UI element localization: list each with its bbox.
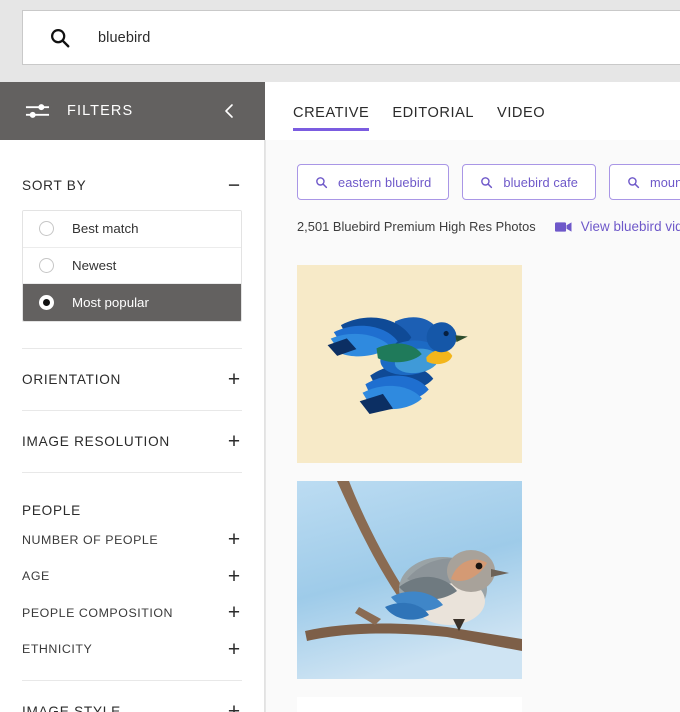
search-icon <box>316 176 328 188</box>
chip-bluebird-cafe[interactable]: bluebird cafe <box>462 164 596 200</box>
search-results-panel: eastern bluebird bluebird cafe mountain … <box>266 140 680 712</box>
filters-sidebar: SORT BY − Best match Newest Most popular… <box>0 140 265 712</box>
section-people-title: PEOPLE <box>22 502 81 518</box>
section-ethnicity[interactable]: ETHNICITY + <box>22 631 242 668</box>
search-icon <box>51 28 70 47</box>
sort-by-title: SORT BY <box>22 177 87 193</box>
search-icon <box>628 176 640 188</box>
tab-creative[interactable]: CREATIVE <box>293 105 370 131</box>
sort-option-best-match[interactable]: Best match <box>23 211 241 248</box>
section-title: PEOPLE COMPOSITION <box>22 605 174 620</box>
chip-eastern-bluebird[interactable]: eastern bluebird <box>297 164 450 200</box>
sort-option-label: Newest <box>72 257 117 273</box>
section-title: AGE <box>22 569 50 584</box>
chip-label: eastern bluebird <box>338 174 432 190</box>
plus-icon[interactable]: + <box>226 701 242 712</box>
result-count: 2,501 Bluebird Premium High Res Photos <box>297 219 536 234</box>
search-input[interactable]: bluebird <box>22 10 680 65</box>
search-input-value: bluebird <box>98 29 151 46</box>
section-image-resolution[interactable]: IMAGE RESOLUTION + <box>22 411 242 472</box>
sort-by-options: Best match Newest Most popular <box>22 210 242 322</box>
search-bar-zone: bluebird <box>0 0 680 76</box>
section-people-composition[interactable]: PEOPLE COMPOSITION + <box>22 595 242 632</box>
radio-icon <box>39 257 54 273</box>
view-videos-label: View bluebird vide <box>580 219 680 234</box>
chip-label: mountain blu <box>649 174 680 190</box>
section-title: ETHNICITY <box>22 642 93 657</box>
related-search-chips: eastern bluebird bluebird cafe mountain … <box>266 140 680 200</box>
results-summary: 2,501 Bluebird Premium High Res Photos V… <box>266 219 680 234</box>
chip-label: bluebird cafe <box>503 174 578 190</box>
bluebird-blossom-branch-illustration <box>297 697 522 712</box>
chip-mountain-bluebird[interactable]: mountain blu <box>608 164 680 200</box>
plus-icon[interactable]: + <box>226 602 242 623</box>
chevron-left-icon[interactable] <box>221 101 237 121</box>
perched-bluebird-winter-photo <box>297 481 522 679</box>
tab-strip: CREATIVE EDITORIAL VIDEO <box>265 82 680 140</box>
tab-editorial[interactable]: EDITORIAL <box>392 105 474 131</box>
section-title: IMAGE RESOLUTION <box>22 433 170 449</box>
image-results-grid <box>297 265 680 712</box>
section-title: NUMBER OF PEOPLE <box>22 532 159 547</box>
plus-icon[interactable]: + <box>226 529 242 550</box>
plus-icon[interactable]: + <box>226 431 242 452</box>
flying-bluebird-illustration <box>297 265 522 463</box>
sort-option-newest[interactable]: Newest <box>23 247 241 284</box>
plus-icon[interactable]: + <box>226 369 242 390</box>
section-number-of-people[interactable]: NUMBER OF PEOPLE + <box>22 522 242 559</box>
sort-by-header[interactable]: SORT BY − <box>22 166 242 204</box>
radio-icon-selected <box>39 294 54 310</box>
radio-icon <box>39 221 54 237</box>
search-icon <box>481 176 493 188</box>
section-age[interactable]: AGE + <box>22 558 242 595</box>
divider <box>22 471 242 473</box>
plus-icon[interactable]: + <box>226 566 242 587</box>
sort-option-label: Best match <box>72 221 139 237</box>
section-orientation[interactable]: ORIENTATION + <box>22 349 242 410</box>
view-videos-link[interactable]: View bluebird vide <box>554 219 680 234</box>
result-image-perched-bluebird-winter-photo[interactable] <box>297 481 522 679</box>
tab-video[interactable]: VIDEO <box>497 105 545 131</box>
plus-icon[interactable]: + <box>226 639 242 660</box>
result-image-flying-bluebird-illustration[interactable] <box>297 265 522 463</box>
video-camera-icon <box>554 221 572 232</box>
filters-label: FILTERS <box>67 103 134 119</box>
filters-header[interactable]: FILTERS <box>0 82 265 140</box>
minus-icon[interactable]: − <box>226 175 242 196</box>
sliders-icon <box>25 104 50 118</box>
section-title: IMAGE STYLE <box>22 703 121 712</box>
section-image-style[interactable]: IMAGE STYLE + <box>22 681 242 712</box>
sort-option-most-popular[interactable]: Most popular <box>23 284 241 321</box>
sort-option-label: Most popular <box>72 294 149 310</box>
result-image-bluebird-blossom-branch-illustration[interactable] <box>297 697 522 712</box>
section-title: ORIENTATION <box>22 371 122 387</box>
